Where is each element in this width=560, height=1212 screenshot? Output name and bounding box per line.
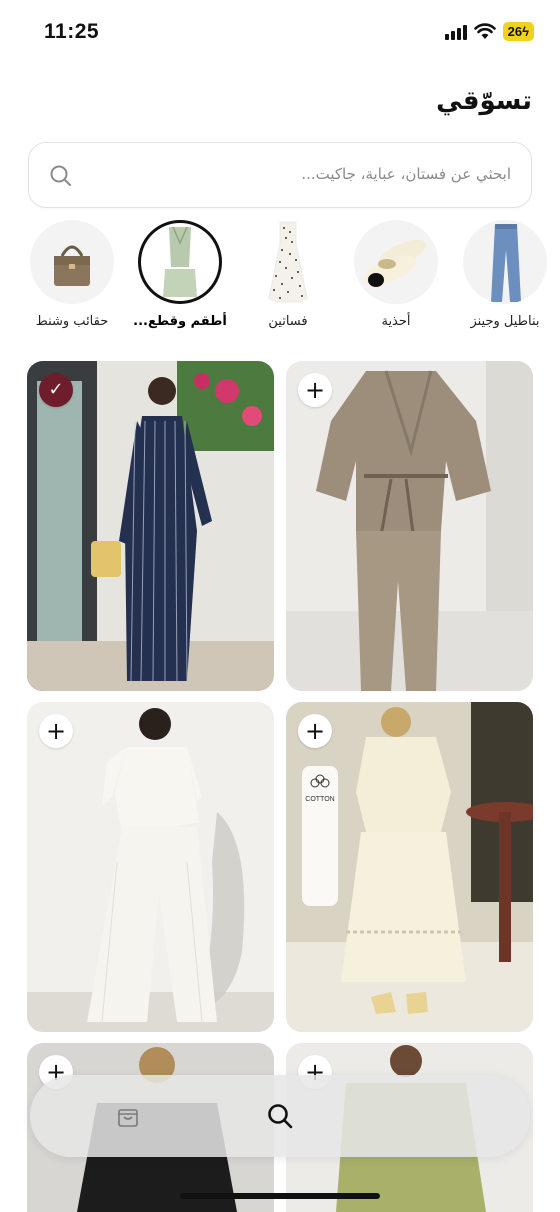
- selected-check-button[interactable]: ✓: [39, 373, 73, 407]
- category-carousel[interactable]: بناطيل وجينز أحذية فساتين أطقم وقطع... ح…: [0, 220, 560, 340]
- page-title: تسوّقي: [436, 86, 532, 116]
- bottom-nav-bar: [30, 1075, 530, 1157]
- product-image: [286, 361, 533, 691]
- battery-level: 26: [507, 24, 523, 39]
- outfit-set-icon: [138, 220, 222, 304]
- wifi-icon: [473, 23, 496, 39]
- product-card-white-set[interactable]: +: [27, 702, 274, 1032]
- jeans-icon: [463, 220, 547, 304]
- cellular-signal-icon: [444, 24, 467, 40]
- add-to-selection-button[interactable]: +: [298, 373, 332, 407]
- product-image: [27, 361, 274, 691]
- category-label: أطقم وقطع...: [133, 314, 227, 329]
- category-label: حقائب وشنط: [35, 314, 109, 329]
- handbag-icon: [30, 220, 114, 304]
- charging-icon: ϟ: [522, 24, 529, 39]
- battery-indicator: 26ϟ: [502, 22, 534, 41]
- shoes-icon: [354, 220, 438, 304]
- search-input[interactable]: ابحثي عن فستان، عباية، جاكيت...: [28, 142, 532, 208]
- cotton-badge: COTTON: [302, 766, 338, 906]
- product-card-navy-set[interactable]: ✓: [27, 361, 274, 691]
- cotton-flower-icon: [310, 774, 330, 788]
- dress-icon: [246, 220, 330, 304]
- category-shoes[interactable]: أحذية: [346, 220, 446, 329]
- category-label: فساتين: [268, 314, 308, 329]
- status-time: 11:25: [44, 20, 100, 43]
- status-bar: 11:25 26ϟ: [0, 0, 560, 66]
- home-indicator[interactable]: [180, 1193, 380, 1199]
- status-icons: 26ϟ: [444, 22, 534, 41]
- search-placeholder: ابحثي عن فستان، عباية، جاكيت...: [301, 165, 511, 183]
- category-jeans[interactable]: بناطيل وجينز: [455, 220, 555, 329]
- category-label: بناطيل وجينز: [470, 314, 540, 329]
- shopping-bag-icon[interactable]: [116, 1104, 140, 1128]
- category-label: أحذية: [381, 314, 411, 329]
- add-to-selection-button[interactable]: +: [39, 714, 73, 748]
- category-bags[interactable]: حقائب وشنط: [22, 220, 122, 329]
- search-tab-icon[interactable]: [266, 1102, 294, 1130]
- add-to-selection-button[interactable]: +: [298, 714, 332, 748]
- cotton-badge-label: COTTON: [305, 796, 335, 803]
- category-outfit-sets[interactable]: أطقم وقطع...: [130, 220, 230, 329]
- category-dresses[interactable]: فساتين: [238, 220, 338, 329]
- product-card-cream-set[interactable]: + COTTON: [286, 702, 533, 1032]
- search-icon: [50, 165, 71, 186]
- product-card-beige-set[interactable]: +: [286, 361, 533, 691]
- product-image: [27, 702, 274, 1032]
